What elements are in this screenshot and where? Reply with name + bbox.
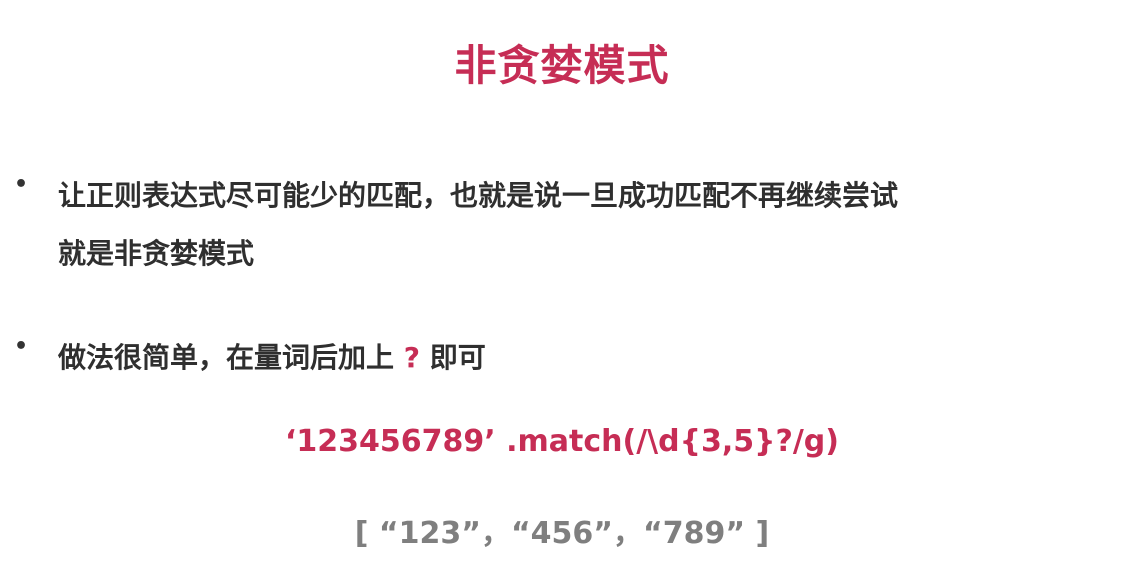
- code-result: [ “123”，“456”，“789” ]: [354, 516, 770, 551]
- code-example: ‘123456789’ .match(/\d{3,5}?/g): [285, 424, 839, 459]
- bullet-line: 让正则表达式尽可能少的匹配，也就是说一旦成功匹配不再继续尝试: [58, 179, 899, 212]
- question-mark-highlight: ?: [403, 341, 421, 374]
- slide-title: 非贪婪模式: [454, 41, 670, 90]
- bullet-text-before: 做法很简单，在量词后加上: [58, 341, 395, 374]
- bullet-text: 做法很简单，在量词后加上 ? 即可: [58, 334, 1108, 382]
- bullet-text-after: 即可: [429, 341, 486, 374]
- bullet-line: 就是非贪婪模式: [58, 237, 255, 270]
- bullet-dot: •: [14, 334, 29, 359]
- slide: 非贪婪模式 • 让正则表达式尽可能少的匹配，也就是说一旦成功匹配不再继续尝试 就…: [0, 0, 1124, 582]
- bullet-dot: •: [14, 172, 29, 197]
- bullet-text: 让正则表达式尽可能少的匹配，也就是说一旦成功匹配不再继续尝试 就是非贪婪模式: [58, 172, 1108, 288]
- bullet-line: 做法很简单，在量词后加上 ? 即可: [58, 334, 1108, 382]
